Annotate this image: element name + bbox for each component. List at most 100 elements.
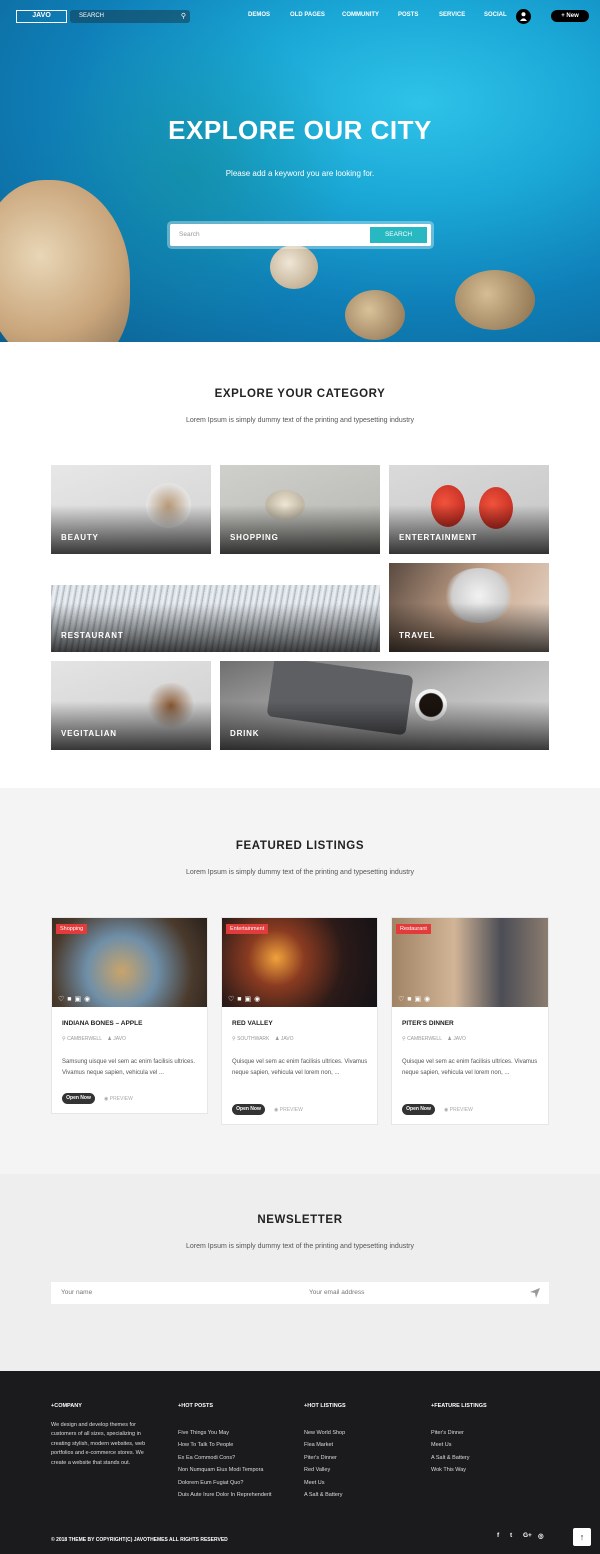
category-drink[interactable]: DRINK: [220, 661, 549, 750]
listing-author: JAVO: [113, 1036, 126, 1042]
preview-link[interactable]: ◉ PREVIEW: [444, 1107, 473, 1113]
hero-rock: [270, 245, 318, 289]
footer-link[interactable]: New World Shop: [304, 1430, 345, 1436]
hero-rock: [345, 290, 405, 340]
new-listing-button[interactable]: + New: [551, 10, 589, 22]
google-plus-icon[interactable]: G+: [523, 1532, 532, 1539]
site-logo[interactable]: JAVO: [16, 10, 67, 23]
listing-tag[interactable]: Entertainment: [226, 924, 269, 934]
listing-tag[interactable]: Restaurant: [396, 924, 431, 934]
preview-label: PREVIEW: [449, 1107, 473, 1113]
footer-feature-heading: +FEATURE LISTINGS: [431, 1403, 487, 1409]
hero-search-form: Search SEARCH: [170, 224, 431, 246]
newsletter-title: NEWSLETTER: [257, 1214, 343, 1226]
preview-link[interactable]: ◉ PREVIEW: [104, 1096, 133, 1102]
category-restaurant[interactable]: RESTAURANT: [51, 563, 380, 652]
category-title: EXPLORE YOUR CATEGORY: [214, 388, 386, 400]
open-now-badge[interactable]: Open Now: [402, 1104, 435, 1115]
footer-heading-label: COMPANY: [54, 1403, 82, 1409]
category-subtitle: Lorem Ipsum is simply dummy text of the …: [186, 417, 414, 424]
hero-title: EXPLORE OUR CITY: [168, 115, 432, 145]
footer-link[interactable]: Meet Us: [304, 1480, 324, 1486]
twitter-icon[interactable]: t: [510, 1532, 512, 1539]
footer-link[interactable]: Ex Ea Commodi Cons?: [178, 1455, 235, 1461]
footer-heading-label: FEATURE LISTINGS: [434, 1403, 487, 1409]
nav-search-input[interactable]: SEARCH ⚲: [70, 10, 190, 23]
open-now-badge[interactable]: Open Now: [232, 1104, 265, 1115]
listing-author: JAVO: [280, 1036, 294, 1042]
menu-social[interactable]: SOCIAL: [484, 12, 507, 18]
category-travel[interactable]: TRAVEL: [389, 563, 549, 652]
listing-action-icons[interactable]: ♡■▣◉: [58, 995, 93, 1003]
search-icon[interactable]: ⚲: [181, 10, 186, 23]
listing-card[interactable]: Entertainment ♡■▣◉ RED VALLEY ⚲ SOUTHWAR…: [221, 917, 378, 1125]
new-label: New: [566, 13, 579, 19]
user-icon[interactable]: [516, 9, 531, 24]
listing-meta: ⚲ SOUTHWARK ♟ JAVO: [232, 1036, 294, 1042]
listing-location: CAMBERWELL: [407, 1036, 442, 1042]
category-label: ENTERTAINMENT: [399, 533, 478, 542]
category-label: RESTAURANT: [61, 631, 124, 640]
listing-location: CAMBERWELL: [67, 1036, 102, 1042]
listing-description: Quisque vel sem ac enim facilisis ultric…: [402, 1059, 538, 1076]
footer-heading-label: HOT LISTINGS: [307, 1403, 346, 1409]
menu-old-pages[interactable]: OLD PAGES: [290, 12, 325, 18]
menu-posts[interactable]: POSTS: [398, 12, 418, 18]
listing-card[interactable]: Restaurant ♡■▣◉ PITER'S DINNER ⚲ CAMBERW…: [391, 917, 549, 1125]
newsletter-subtitle: Lorem Ipsum is simply dummy text of the …: [186, 1243, 414, 1250]
preview-label: PREVIEW: [109, 1096, 133, 1102]
footer-link[interactable]: Piter's Dinner: [304, 1455, 337, 1461]
category-shopping[interactable]: SHOPPING: [220, 465, 380, 554]
hero-search-input[interactable]: Search: [179, 231, 200, 238]
listing-card[interactable]: Shopping ♡■▣◉ INDIANA BONES – APPLE ⚲ CA…: [51, 917, 208, 1114]
footer-link[interactable]: Flea Market: [304, 1442, 333, 1448]
listing-description: Quisque vel sem ac enim facilisis ultric…: [232, 1059, 368, 1076]
preview-link[interactable]: ◉ PREVIEW: [274, 1107, 303, 1113]
footer-company-heading: +COMPANY: [51, 1403, 82, 1409]
name-field[interactable]: Your name: [61, 1289, 92, 1296]
footer-link[interactable]: A Salt & Battery: [431, 1455, 470, 1461]
listing-name[interactable]: INDIANA BONES – APPLE: [62, 1020, 142, 1027]
category-label: DRINK: [230, 729, 260, 738]
menu-demos[interactable]: DEMOS: [248, 12, 270, 18]
listing-tag[interactable]: Shopping: [56, 924, 88, 934]
hero-search-button[interactable]: SEARCH: [370, 227, 427, 243]
listing-action-icons[interactable]: ♡■▣◉: [398, 995, 433, 1003]
menu-community[interactable]: COMMUNITY: [342, 12, 379, 18]
listing-name[interactable]: RED VALLEY: [232, 1020, 273, 1027]
footer-link[interactable]: Wok This Way: [431, 1467, 466, 1473]
email-field[interactable]: Your email address: [309, 1289, 364, 1296]
category-entertainment[interactable]: ENTERTAINMENT: [389, 465, 549, 554]
menu-service[interactable]: SERVICE: [439, 12, 465, 18]
footer-link[interactable]: Meet Us: [431, 1442, 451, 1448]
open-now-badge[interactable]: Open Now: [62, 1093, 95, 1104]
nav-search-placeholder: SEARCH: [79, 13, 105, 19]
facebook-icon[interactable]: f: [497, 1532, 499, 1539]
footer-link[interactable]: Piter's Dinner: [431, 1430, 464, 1436]
listing-meta: ⚲ CAMBERWELL ♟ JAVO: [402, 1036, 466, 1042]
footer-hot-listings-heading: +HOT LISTINGS: [304, 1403, 346, 1409]
featured-subtitle: Lorem Ipsum is simply dummy text of the …: [186, 869, 414, 876]
footer-link[interactable]: Red Valley: [304, 1467, 330, 1473]
footer-link[interactable]: Non Numquam Eius Modi Tempora: [178, 1467, 264, 1473]
listing-action-icons[interactable]: ♡■▣◉: [228, 995, 263, 1003]
newsletter-section: [0, 1174, 600, 1371]
copyright-text: © 2018 THEME BY COPYRIGHT(C) JAVOTHEMES …: [51, 1537, 228, 1543]
footer-link[interactable]: A Salt & Battery: [304, 1492, 343, 1498]
category-beauty[interactable]: BEAUTY: [51, 465, 211, 554]
hero-subtitle: Please add a keyword you are looking for…: [225, 169, 375, 178]
category-label: VEGITALIAN: [61, 729, 117, 738]
footer-link[interactable]: Duis Aute Irure Dolor In Reprehenderit: [178, 1492, 272, 1498]
back-to-top-icon[interactable]: ↑: [573, 1528, 591, 1546]
footer-link[interactable]: Dolorem Eum Fugiat Quo?: [178, 1480, 243, 1486]
category-vegitalian[interactable]: VEGITALIAN: [51, 661, 211, 750]
footer-link[interactable]: Five Things You May: [178, 1430, 229, 1436]
footer-link[interactable]: How To Talk To People: [178, 1442, 233, 1448]
send-icon[interactable]: [530, 1288, 540, 1298]
sky-image: [51, 563, 380, 585]
hero-rock: [455, 270, 535, 330]
category-label: TRAVEL: [399, 631, 436, 640]
preview-label: PREVIEW: [279, 1107, 303, 1113]
dribbble-icon[interactable]: ◎: [538, 1532, 544, 1540]
listing-name[interactable]: PITER'S DINNER: [402, 1020, 454, 1027]
